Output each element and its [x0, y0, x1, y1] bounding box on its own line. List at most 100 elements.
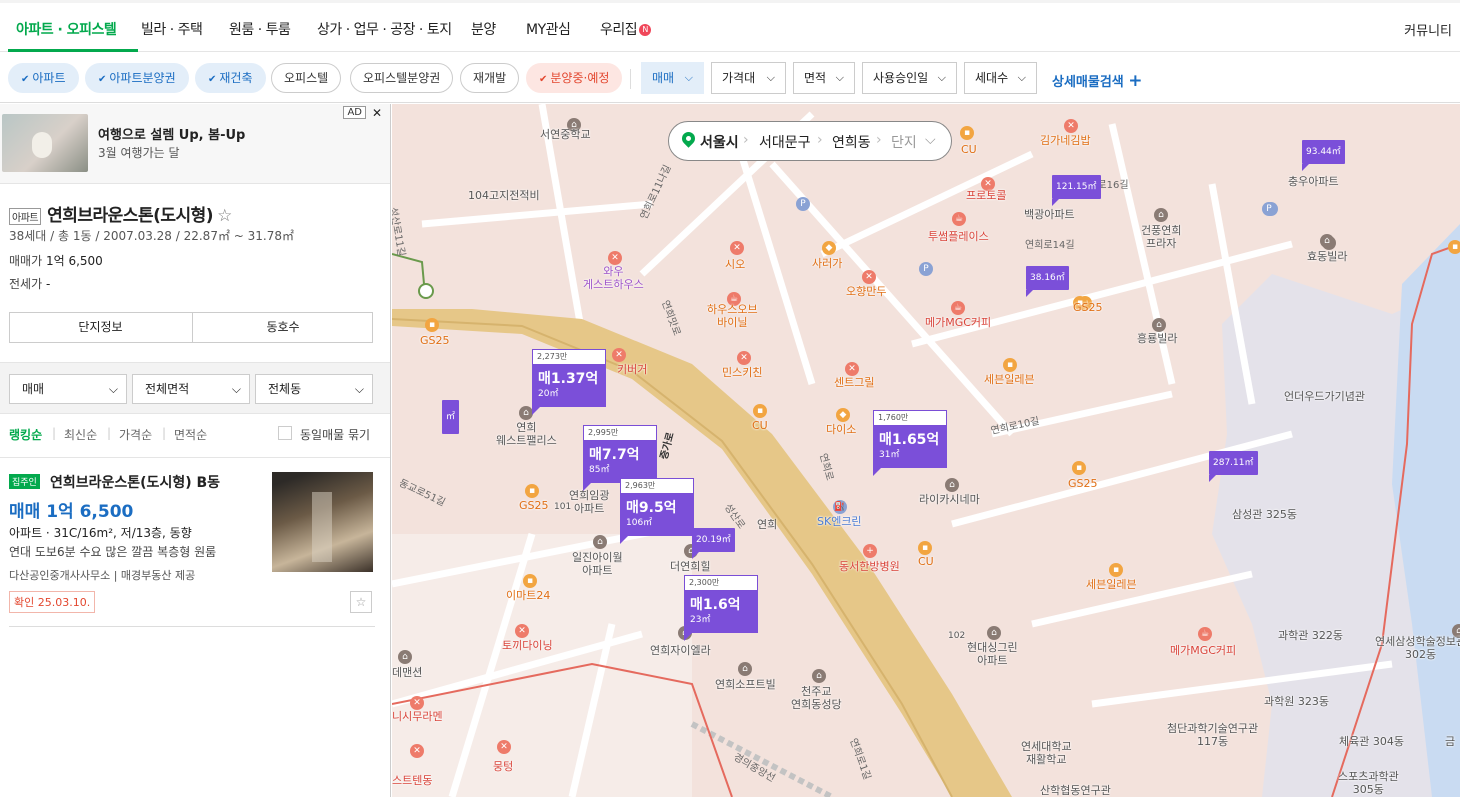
- poi-yeonhui-soft-villa[interactable]: 연희소프트빌: [715, 678, 776, 691]
- poi-minskitchen[interactable]: 민스키친: [722, 366, 762, 379]
- poi-protocol[interactable]: 프로토콜: [966, 189, 1006, 202]
- poi-stendo[interactable]: 스트텐동: [392, 774, 432, 787]
- tab-commercial-land[interactable]: 상가 · 업무 · 공장 · 토지: [317, 19, 452, 39]
- poi-dongseo-hospital[interactable]: 동서한방병원: [839, 560, 900, 573]
- price-marker-small[interactable]: 20.19㎡: [692, 528, 735, 559]
- price-marker[interactable]: 2,963만 매9.5억 106㎡: [620, 478, 694, 544]
- sort-ranking[interactable]: 랭킹순: [9, 426, 42, 443]
- breadcrumb-district[interactable]: 서대문구: [759, 132, 811, 152]
- poi-sports-science[interactable]: 스포츠과학관 305동: [1338, 770, 1399, 796]
- poi-hyundai-singreen-apt[interactable]: 현대싱그린 아파트: [967, 641, 1018, 667]
- poi-kimga[interactable]: 김가네김밥: [1040, 134, 1091, 147]
- map[interactable]: 서울시 › 서대문구 › 연희동 › 단지 ⌵ ⌂ ▪ ✕ P ✕ ☕ ⌂ ⌂ …: [392, 104, 1460, 797]
- breadcrumb-complex[interactable]: 단지: [891, 132, 917, 152]
- community-link[interactable]: 커뮤니티: [1404, 20, 1452, 39]
- poi-nishimura-men[interactable]: 니시무라멘: [392, 710, 443, 723]
- poi-emart24[interactable]: 이마트24: [506, 589, 550, 602]
- star-icon[interactable]: ☆: [217, 206, 232, 226]
- price-marker-small[interactable]: 287.11㎡: [1209, 451, 1258, 482]
- poi-yeonhui-xi-ella[interactable]: 연희자이엘라: [650, 644, 711, 657]
- same-listing-checkbox[interactable]: [278, 426, 292, 440]
- tab-presale[interactable]: 분양: [471, 19, 496, 39]
- poi-science-322[interactable]: 과학관 322동: [1278, 629, 1343, 642]
- chip-reconstruction[interactable]: 재건축: [195, 63, 266, 93]
- poi-seven-eleven-2[interactable]: 세븐일레븐: [1086, 578, 1137, 591]
- poi-mega-1[interactable]: 메가MGC커피: [925, 316, 991, 329]
- select-building[interactable]: 전체동 ⌵: [255, 374, 373, 404]
- tab-my-interest[interactable]: MY관심: [526, 19, 571, 39]
- close-icon[interactable]: ✕: [372, 106, 382, 120]
- tab-villa-house[interactable]: 빌라 · 주택: [141, 19, 203, 39]
- price-marker-small[interactable]: 121.15㎡: [1052, 175, 1101, 206]
- poi-centgrill[interactable]: 센트그릴: [834, 376, 874, 389]
- chip-officetel[interactable]: 오피스텔: [271, 63, 342, 93]
- poi-gs25-3[interactable]: GS25: [1068, 477, 1098, 490]
- sort-latest[interactable]: 최신순: [64, 426, 97, 443]
- poi-wau-guesthouse[interactable]: 와우 게스트하우스: [583, 265, 644, 291]
- poi-catholic-church[interactable]: 천주교 연희동성당: [791, 685, 842, 711]
- poi-iljin-iwell-apt[interactable]: 일진아이월 아파트: [572, 551, 623, 577]
- ad-banner[interactable]: 여행으로 설렘 Up, 봄-Up 3월 여행가는 달 AD ✕: [0, 104, 390, 184]
- poi-mega-2[interactable]: 메가MGC커피: [1170, 644, 1236, 657]
- sort-price[interactable]: 가격순: [119, 426, 152, 443]
- poi-baekgwang[interactable]: 백광아파트: [1024, 208, 1075, 221]
- poi-seven-eleven-1[interactable]: 세븐일레븐: [984, 373, 1035, 386]
- poi-sk-enclean[interactable]: SK엔크린: [817, 515, 862, 528]
- poi-cu-1[interactable]: CU: [961, 143, 977, 156]
- tab-apartment-officetel[interactable]: 아파트 · 오피스텔: [16, 19, 117, 39]
- breadcrumb-city[interactable]: 서울시: [700, 132, 739, 152]
- poi-tokki-dining[interactable]: 토끼다이닝: [502, 639, 553, 652]
- chip-redevelopment[interactable]: 재개발: [460, 63, 520, 93]
- chip-presale-upcoming[interactable]: 분양중·예정: [526, 63, 623, 93]
- poi-cu-3[interactable]: CU: [918, 555, 934, 568]
- poi-science-323[interactable]: 과학원 323동: [1264, 695, 1329, 708]
- dropdown-price[interactable]: 가격대 ⌵: [711, 62, 786, 94]
- poi-ic-yeonhui[interactable]: 연희: [757, 518, 777, 531]
- price-marker[interactable]: 1,760만 매1.65억 31㎡: [873, 410, 947, 476]
- breadcrumb-dong[interactable]: 연희동: [832, 132, 871, 152]
- location-breadcrumb[interactable]: 서울시 › 서대문구 › 연희동 › 단지 ⌵: [668, 121, 952, 161]
- poi-heungryong-villa[interactable]: 흥룡빌라: [1137, 332, 1177, 345]
- poi-deo-yeonhui-hill[interactable]: 더연희힐: [670, 560, 710, 573]
- poi-de-mansion[interactable]: 데맨션: [392, 666, 422, 679]
- price-marker[interactable]: 2,273만 매1.37억 20㎡: [532, 349, 606, 415]
- poi-ohyang[interactable]: 오향만두: [846, 285, 886, 298]
- listing-photo[interactable]: [272, 472, 373, 572]
- select-area[interactable]: 전체면적 ⌵: [132, 374, 250, 404]
- poi-yeonhui-imgwang-apt[interactable]: 연희임광 아파트: [569, 489, 609, 515]
- poi-leica-cinema[interactable]: 라이카시네마: [919, 493, 980, 506]
- poi-gs25-1[interactable]: GS25: [1073, 301, 1103, 314]
- poi-seoyeon-school[interactable]: 서연중학교: [540, 128, 591, 141]
- star-icon[interactable]: ☆: [350, 591, 372, 613]
- dropdown-trade-type[interactable]: 매매 ⌵: [641, 62, 704, 94]
- poi-cu-2[interactable]: CU: [752, 419, 768, 432]
- poi-sio[interactable]: 시오: [725, 258, 745, 271]
- tab-unit-number[interactable]: 동호수: [192, 313, 373, 342]
- poi-moongteong[interactable]: 뭉텅: [493, 760, 513, 773]
- tab-oneroom-tworoom[interactable]: 원룸 · 투룸: [229, 19, 291, 39]
- poi-advanced-science-building[interactable]: 첨단과학기술연구관 117동: [1167, 722, 1258, 748]
- tab-complex-info[interactable]: 단지정보: [10, 313, 191, 342]
- detail-search-button[interactable]: 상세매물검색 +: [1052, 71, 1143, 91]
- dropdown-area[interactable]: 면적 ⌵: [793, 62, 855, 94]
- poi-chungwoo-apt[interactable]: 충우아파트: [1288, 175, 1339, 188]
- poi-samsung-325[interactable]: 삼성관 325동: [1232, 508, 1297, 521]
- poi-yonsei-rehab-school[interactable]: 연세대학교 재활학교: [1021, 740, 1072, 766]
- poi-gs25-2[interactable]: GS25: [519, 499, 549, 512]
- dropdown-approval-date[interactable]: 사용승인일 ⌵: [862, 62, 957, 94]
- poi-underwood[interactable]: 언더우드가기념관: [1284, 390, 1365, 403]
- chip-officetel-presale[interactable]: 오피스텔분양권: [350, 63, 454, 93]
- price-marker-small[interactable]: 38.16㎡: [1026, 266, 1069, 297]
- sort-area[interactable]: 면적순: [174, 426, 207, 443]
- dropdown-households[interactable]: 세대수 ⌵: [964, 62, 1037, 94]
- poi-burger[interactable]: 키버거: [617, 363, 647, 376]
- listing-item[interactable]: 집주인 연희브라운스톤(도시형) B동 매매 1억 6,500 아파트 · 31…: [0, 458, 390, 628]
- chip-apartment[interactable]: 아파트: [8, 63, 79, 93]
- poi-gs25-left[interactable]: GS25: [420, 334, 450, 347]
- tab-my-home[interactable]: 우리집 N: [600, 19, 652, 39]
- poi-gymnasium-304[interactable]: 체육관 304동: [1339, 735, 1404, 748]
- poi-sarada[interactable]: 사러가: [812, 257, 842, 270]
- poi-house-of-vinyl[interactable]: 하우스오브 바이닐: [707, 303, 758, 329]
- poi-memorial[interactable]: 104고지전적비: [468, 189, 540, 202]
- poi-hyodong-villa[interactable]: 효동빌라: [1307, 250, 1347, 263]
